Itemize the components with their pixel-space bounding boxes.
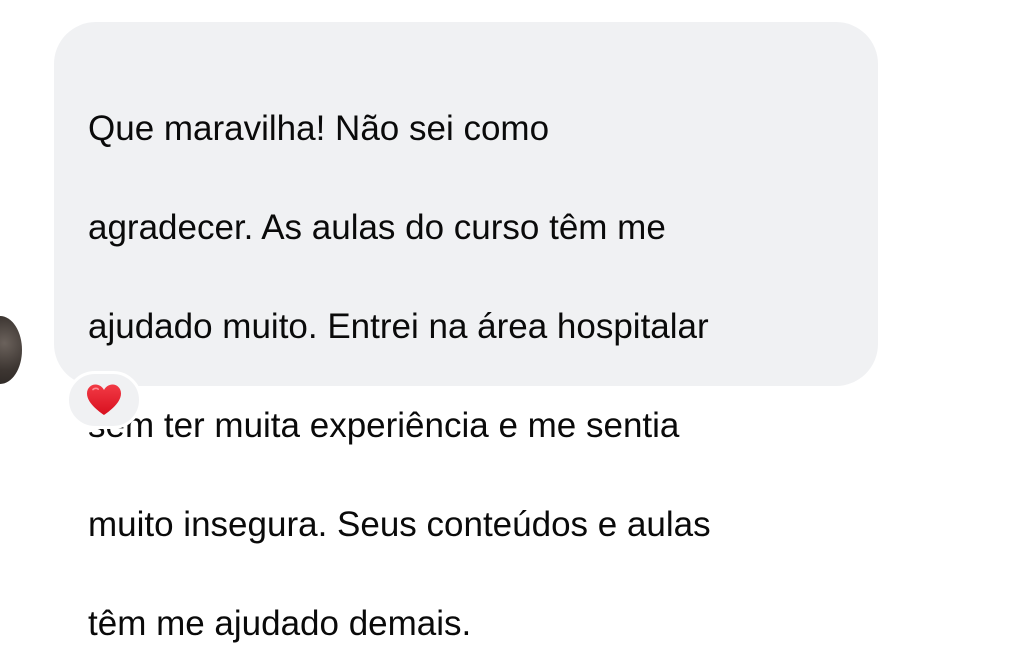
message-line: agradecer. As aulas do curso têm me [88, 207, 666, 247]
message-line: ajudado muito. Entrei na área hospitalar [88, 306, 709, 346]
avatar[interactable] [0, 316, 22, 384]
message-line: muito insegura. Seus conteúdos e aulas [88, 504, 711, 544]
message-line: sem ter muita experiência e me sentia [88, 405, 680, 445]
message-line: Que maravilha! Não sei como [88, 108, 550, 148]
reaction-badge[interactable] [66, 371, 142, 429]
red-heart-icon [87, 384, 121, 415]
message-text: Que maravilha! Não sei como agradecer. A… [88, 54, 858, 648]
message-line: têm me ajudado demais. [88, 603, 472, 643]
